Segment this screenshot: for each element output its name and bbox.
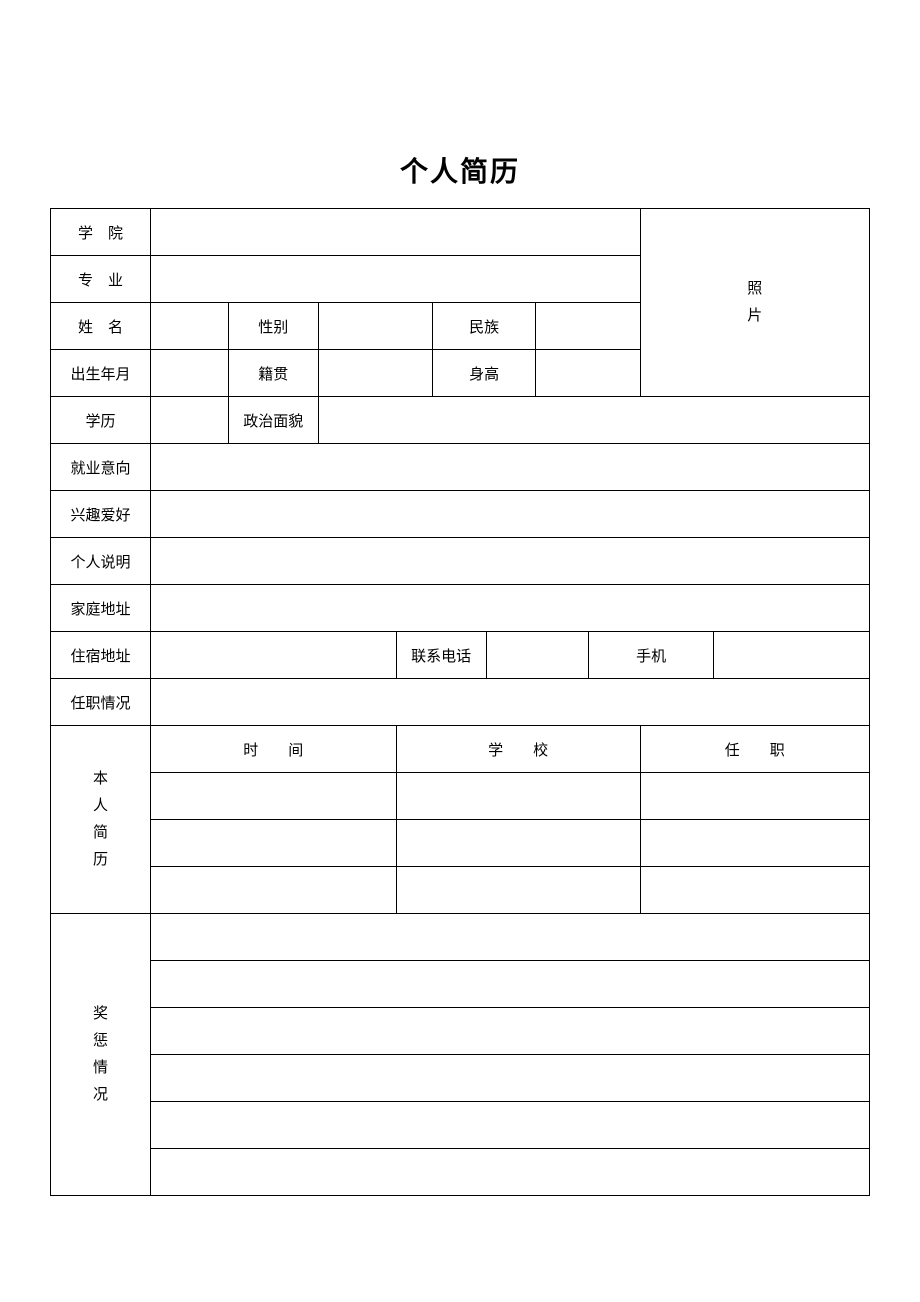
value-name <box>150 303 228 350</box>
resume-row-time <box>150 867 396 914</box>
label-mobile: 手机 <box>589 632 714 679</box>
label-education: 学历 <box>51 397 151 444</box>
value-position-status <box>150 679 869 726</box>
resume-row-position <box>640 820 869 867</box>
value-phone <box>486 632 588 679</box>
label-ethnicity: 民族 <box>433 303 535 350</box>
rewards-row <box>150 1055 869 1102</box>
label-major: 专 业 <box>51 256 151 303</box>
label-hobby: 兴趣爱好 <box>51 491 151 538</box>
label-political: 政治面貌 <box>228 397 318 444</box>
label-position-status: 任职情况 <box>51 679 151 726</box>
resume-row-school <box>396 820 640 867</box>
value-political <box>318 397 869 444</box>
rewards-row <box>150 914 869 961</box>
value-home-addr <box>150 585 869 632</box>
value-mobile <box>714 632 870 679</box>
value-major <box>150 256 640 303</box>
label-phone: 联系电话 <box>396 632 486 679</box>
resume-row-time <box>150 820 396 867</box>
value-education <box>150 397 228 444</box>
label-origin: 籍贯 <box>228 350 318 397</box>
label-school: 学 校 <box>396 726 640 773</box>
label-college: 学 院 <box>51 209 151 256</box>
value-height <box>535 350 640 397</box>
value-dorm-addr <box>150 632 396 679</box>
photo-placeholder: 照片 <box>640 209 869 397</box>
value-gender <box>318 303 433 350</box>
rewards-row <box>150 961 869 1008</box>
resume-row-position <box>640 867 869 914</box>
value-personal-desc <box>150 538 869 585</box>
label-height: 身高 <box>433 350 535 397</box>
label-rewards: 奖惩情况 <box>51 914 151 1196</box>
rewards-row <box>150 1149 869 1196</box>
value-origin <box>318 350 433 397</box>
value-college <box>150 209 640 256</box>
resume-row-school <box>396 867 640 914</box>
resume-row-school <box>396 773 640 820</box>
page-title: 个人简历 <box>50 150 870 190</box>
value-hobby <box>150 491 869 538</box>
resume-row-time <box>150 773 396 820</box>
resume-row-position <box>640 773 869 820</box>
label-position: 任 职 <box>640 726 869 773</box>
label-job-intent: 就业意向 <box>51 444 151 491</box>
label-birth: 出生年月 <box>51 350 151 397</box>
label-time: 时 间 <box>150 726 396 773</box>
label-home-addr: 家庭地址 <box>51 585 151 632</box>
label-resume-self: 本人简历 <box>51 726 151 914</box>
label-name: 姓 名 <box>51 303 151 350</box>
rewards-row <box>150 1008 869 1055</box>
resume-table: 学 院 照片 专 业 姓 名 性别 民族 出生年月 籍贯 身高 学历 <box>50 208 870 1196</box>
label-dorm-addr: 住宿地址 <box>51 632 151 679</box>
value-birth <box>150 350 228 397</box>
value-ethnicity <box>535 303 640 350</box>
value-job-intent <box>150 444 869 491</box>
label-personal-desc: 个人说明 <box>51 538 151 585</box>
label-gender: 性别 <box>228 303 318 350</box>
rewards-row <box>150 1102 869 1149</box>
